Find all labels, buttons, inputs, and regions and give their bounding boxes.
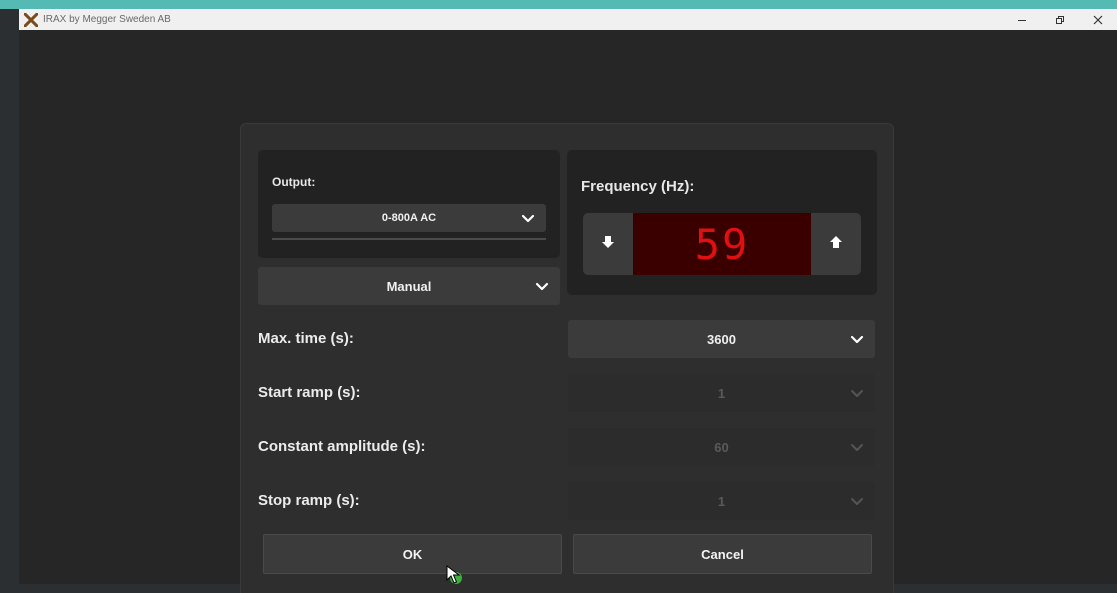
frequency-decrease-button[interactable]: [583, 213, 633, 275]
chevron-down-icon: [534, 278, 550, 294]
frequency-control: 59: [583, 213, 861, 275]
settings-dialog: Output: 0-800A AC Manual Frequency (Hz):: [240, 123, 894, 593]
start-ramp-label: Start ramp (s):: [258, 384, 361, 401]
max-time-value: 3600: [707, 331, 736, 347]
start-ramp-value: 1: [717, 385, 726, 401]
restore-icon[interactable]: [1041, 9, 1079, 30]
mode-select[interactable]: Manual: [258, 267, 560, 305]
desktop-accent-bar: [0, 0, 1117, 9]
app-window: IRAX by Megger Sweden AB Output: 0-800A …: [19, 9, 1117, 593]
frequency-label: Frequency (Hz):: [581, 178, 695, 195]
constant-amplitude-label: Constant amplitude (s):: [258, 438, 426, 455]
start-ramp-select: 1: [568, 374, 875, 412]
title-bar: IRAX by Megger Sweden AB: [19, 9, 1117, 30]
minimize-icon[interactable]: [1003, 9, 1041, 30]
mouse-cursor-icon: [444, 564, 466, 588]
frequency-panel: Frequency (Hz): 59: [567, 150, 877, 295]
close-icon[interactable]: [1079, 9, 1117, 30]
output-select[interactable]: 0-800A AC: [272, 204, 546, 232]
output-panel: Output: 0-800A AC: [258, 150, 560, 258]
chevron-down-icon: [849, 331, 865, 347]
frequency-increase-button[interactable]: [811, 213, 861, 275]
cancel-button[interactable]: Cancel: [573, 534, 872, 574]
window-title: IRAX by Megger Sweden AB: [43, 14, 171, 25]
chevron-down-icon: [849, 385, 865, 401]
app-logo-icon: [23, 12, 39, 28]
output-divider: [272, 238, 546, 240]
stop-ramp-label: Stop ramp (s):: [258, 492, 360, 509]
mode-value: Manual: [386, 278, 432, 294]
stop-ramp-select: 1: [568, 482, 875, 520]
constant-amplitude-value: 60: [714, 439, 729, 455]
output-value: 0-800A AC: [381, 212, 437, 224]
constant-amplitude-select: 60: [568, 428, 875, 466]
output-label: Output:: [272, 175, 316, 189]
ok-button[interactable]: OK: [263, 534, 562, 574]
max-time-select[interactable]: 3600: [568, 320, 875, 358]
chevron-down-icon: [520, 210, 536, 226]
max-time-label: Max. time (s):: [258, 330, 354, 347]
frequency-display: 59: [633, 213, 811, 275]
chevron-down-icon: [849, 493, 865, 509]
arrow-down-icon: [600, 234, 616, 255]
stop-ramp-value: 1: [717, 493, 726, 509]
chevron-down-icon: [849, 439, 865, 455]
arrow-up-icon: [828, 234, 844, 255]
